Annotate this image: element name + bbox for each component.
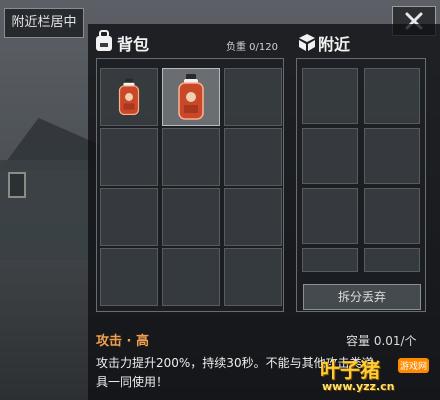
backpack-slot[interactable] — [224, 128, 282, 186]
nearby-slot[interactable] — [302, 248, 358, 272]
nearby-slot[interactable] — [364, 248, 420, 272]
nearby-slot[interactable] — [302, 128, 358, 184]
stimulant-bottle-icon — [178, 74, 204, 120]
nearby-slot[interactable] — [302, 188, 358, 244]
nearby-slot[interactable] — [364, 128, 420, 184]
backpack-slot[interactable] — [224, 248, 282, 306]
backpack-slot[interactable] — [162, 188, 220, 246]
item-info-title: 攻击 · 高 — [96, 334, 149, 349]
backpack-slot[interactable] — [100, 128, 158, 186]
backpack-slot[interactable] — [162, 68, 220, 126]
background-window — [8, 172, 26, 198]
backpack-title: 背包 — [117, 35, 150, 54]
stimulant-bottle-icon — [118, 78, 140, 116]
nearby-slot[interactable] — [364, 188, 420, 244]
item-capacity: 容量 0.01/个 — [346, 334, 417, 348]
backpack-slot[interactable] — [162, 128, 220, 186]
backpack-slot[interactable] — [224, 68, 282, 126]
site-watermark: 叶子猪 游戏网 www.yzz.cn — [314, 354, 434, 398]
watermark-tag: 游戏网 — [398, 358, 430, 373]
backpack-slot[interactable] — [100, 188, 158, 246]
backpack-icon — [96, 30, 112, 51]
nearby-center-tab[interactable]: 附近栏居中 — [4, 8, 84, 38]
nearby-title: 附近 — [318, 35, 351, 54]
watermark-url: www.yzz.cn — [322, 380, 395, 393]
backpack-slot[interactable] — [224, 188, 282, 246]
split-discard-button[interactable]: 拆分丢弃 — [303, 284, 421, 310]
box-icon — [299, 34, 315, 51]
backpack-slot[interactable] — [100, 248, 158, 306]
backpack-slot[interactable] — [162, 248, 220, 306]
watermark-main: 叶子猪 — [320, 358, 380, 382]
weight-indicator: 负重 0/120 — [226, 42, 278, 53]
nearby-slot[interactable] — [364, 68, 420, 124]
nearby-slot[interactable] — [302, 68, 358, 124]
backpack-slot[interactable] — [100, 68, 158, 126]
